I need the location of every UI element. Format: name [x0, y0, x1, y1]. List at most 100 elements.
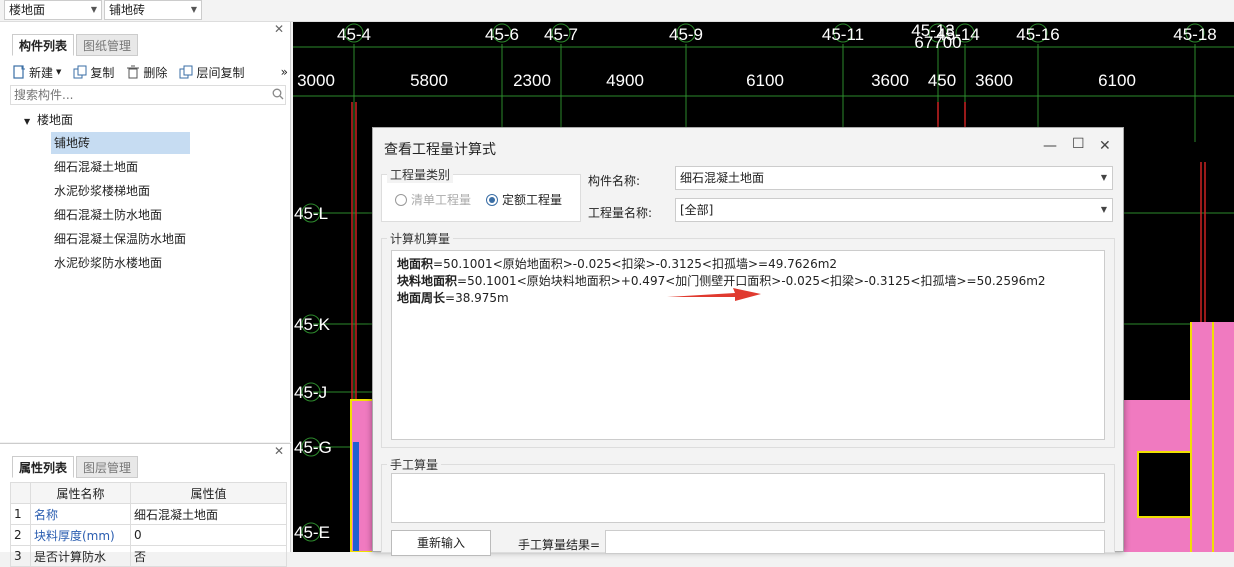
red-arrow-annotation — [667, 288, 761, 301]
component-tabs: 构件列表 图纸管理 — [12, 34, 140, 56]
floor-select[interactable]: 楼地面 ▼ — [4, 0, 102, 20]
copy-button[interactable]: 复制 — [73, 64, 114, 81]
dim-label: 3600 — [871, 71, 909, 90]
axis-label: 45-4 — [337, 25, 371, 44]
table-row[interactable]: 1 名称 细石混凝土地面 — [10, 503, 287, 525]
property-value[interactable]: 否 — [130, 545, 287, 567]
chevron-down-icon: ▼ — [1100, 205, 1107, 214]
radio-bill-quantity: 清单工程量 — [395, 191, 471, 208]
close-icon[interactable]: ✕ — [1099, 138, 1111, 154]
tab-property-list[interactable]: 属性列表 — [12, 456, 75, 478]
axis-label: 45-J — [294, 383, 327, 402]
reenter-button[interactable]: 重新输入 — [391, 530, 491, 556]
more-tools-icon[interactable]: » — [281, 65, 288, 79]
blue-region — [353, 442, 359, 552]
property-table: 属性名称 属性值 1 名称 细石混凝土地面 2 块料厚度(mm) 0 3 是否计… — [10, 482, 287, 567]
dim-label: 5800 — [410, 71, 448, 90]
property-name: 是否计算防水 — [30, 545, 131, 567]
computer-calc-text[interactable]: 地面积=50.1001<原始地面积>-0.025<扣梁>-0.3125<扣孤墙>… — [391, 250, 1105, 440]
property-name: 块料厚度(mm) — [30, 524, 131, 546]
axis-label: 45-16 — [1016, 25, 1059, 44]
manual-calc-input[interactable] — [391, 473, 1105, 523]
calc-line-formula: =50.1001<原始地面积>-0.025<扣梁>-0.3125<扣孤墙>=49… — [433, 257, 838, 271]
dimension-labels: 3000 5800 2300 4900 6100 3600 450 3600 6… — [297, 71, 1136, 90]
floor-copy-button[interactable]: 层间复制 — [179, 64, 244, 81]
manual-result-label: 手工算量结果= — [518, 538, 601, 552]
axis-label: 45-9 — [669, 25, 703, 44]
expand-icon[interactable]: ▼ — [24, 117, 30, 126]
calc-line-name: 块料地面积 — [397, 274, 458, 288]
tree-root[interactable]: ▼ 楼地面 — [24, 111, 73, 128]
tree-item[interactable]: 水泥砂浆楼梯地面 — [51, 180, 153, 202]
dim-label: 6100 — [746, 71, 784, 90]
row-number: 2 — [10, 524, 31, 546]
tree-item[interactable]: 细石混凝土地面 — [51, 156, 141, 178]
tab-layer-management[interactable]: 图层管理 — [76, 456, 139, 478]
left-axis-labels: 45-L 45-K 45-J 45-G 45-E — [294, 204, 332, 542]
quantity-name-select[interactable]: [全部] ▼ — [675, 198, 1113, 222]
chevron-down-icon: ▼ — [190, 5, 197, 14]
property-name: 名称 — [30, 503, 131, 525]
component-toolbar: 新建 ▼ 复制 删除 层间复制 » — [12, 60, 290, 84]
component-panel: ✕ 构件列表 图纸管理 新建 ▼ 复制 删除 层间复制 » ▼ 楼地面 铺地砖 — [0, 22, 291, 442]
component-name-value: 细石混凝土地面 — [680, 171, 765, 185]
new-button[interactable]: 新建 ▼ — [12, 64, 61, 81]
property-value[interactable]: 细石混凝土地面 — [130, 503, 287, 525]
type-select[interactable]: 铺地砖 ▼ — [104, 0, 202, 20]
row-number: 3 — [10, 545, 31, 567]
tree-item[interactable]: 细石混凝土防水地面 — [51, 204, 165, 226]
chevron-down-icon: ▼ — [90, 5, 97, 14]
new-button-label: 新建 — [29, 65, 54, 80]
dim-label: 3000 — [297, 71, 335, 90]
dim-label: 2300 — [513, 71, 551, 90]
dim-label: 6100 — [1098, 71, 1136, 90]
delete-button[interactable]: 删除 — [126, 64, 167, 81]
row-number: 1 — [10, 503, 31, 525]
table-row[interactable]: 2 块料厚度(mm) 0 — [10, 524, 287, 546]
calc-line-formula: =38.975m — [445, 291, 509, 305]
property-panel: ✕ 属性列表 图层管理 属性名称 属性值 1 名称 细石混凝土地面 2 块料厚度… — [0, 443, 291, 567]
table-row[interactable]: 3 是否计算防水 否 — [10, 545, 287, 567]
calc-line-name: 地面周长 — [397, 291, 446, 305]
tab-drawing-management[interactable]: 图纸管理 — [76, 34, 139, 56]
table-header: 属性值 — [130, 482, 287, 504]
tree-item[interactable]: 细石混凝土保温防水地面 — [51, 228, 189, 250]
tree-root-label: 楼地面 — [36, 113, 73, 127]
dim-label: 450 — [928, 71, 956, 90]
dim-label: 3600 — [975, 71, 1013, 90]
maximize-icon[interactable]: ☐ — [1072, 136, 1085, 152]
chevron-down-icon: ▼ — [1100, 173, 1107, 182]
axis-label: 45-11 — [822, 25, 864, 44]
axis-label: 45-6 — [485, 25, 519, 44]
radio-quota-quantity[interactable]: 定额工程量 — [486, 191, 562, 208]
copy-button-label: 复制 — [90, 65, 115, 80]
table-header-row: 属性名称 属性值 — [10, 482, 287, 504]
tab-component-list[interactable]: 构件列表 — [12, 34, 75, 56]
search-icon[interactable] — [272, 88, 284, 100]
axis-label: 45-G — [294, 438, 332, 457]
radio-label: 定额工程量 — [502, 193, 563, 207]
tree-item[interactable]: 铺地砖 — [51, 132, 190, 154]
property-value[interactable]: 0 — [130, 524, 287, 546]
new-file-icon — [13, 65, 25, 79]
property-tabs: 属性列表 图层管理 — [12, 456, 140, 478]
delete-button-label: 删除 — [143, 65, 168, 80]
opening — [1138, 452, 1191, 517]
table-header-no — [10, 482, 31, 504]
minimize-icon[interactable]: — — [1043, 138, 1057, 154]
quantity-name-value: [全部] — [680, 203, 714, 217]
quantity-formula-dialog: 查看工程量计算式 — ☐ ✕ 工程量类别 清单工程量 定额工程量 构件名称: 细… — [372, 127, 1124, 556]
copy-icon — [73, 65, 87, 79]
tree-item[interactable]: 水泥砂浆防水楼地面 — [51, 252, 165, 274]
radio-label: 清单工程量 — [411, 193, 472, 207]
axis-label: 45-L — [294, 204, 328, 223]
axis-label: 45-7 — [544, 25, 578, 44]
component-search-input[interactable] — [10, 85, 286, 105]
manual-calc-label: 手工算量 — [387, 456, 442, 473]
manual-result-field[interactable] — [605, 530, 1105, 554]
layer-copy-icon — [179, 65, 193, 79]
component-name-select[interactable]: 细石混凝土地面 ▼ — [675, 166, 1113, 190]
chevron-down-icon: ▼ — [56, 68, 62, 76]
close-icon[interactable]: ✕ — [274, 444, 284, 458]
close-icon[interactable]: ✕ — [274, 22, 284, 36]
